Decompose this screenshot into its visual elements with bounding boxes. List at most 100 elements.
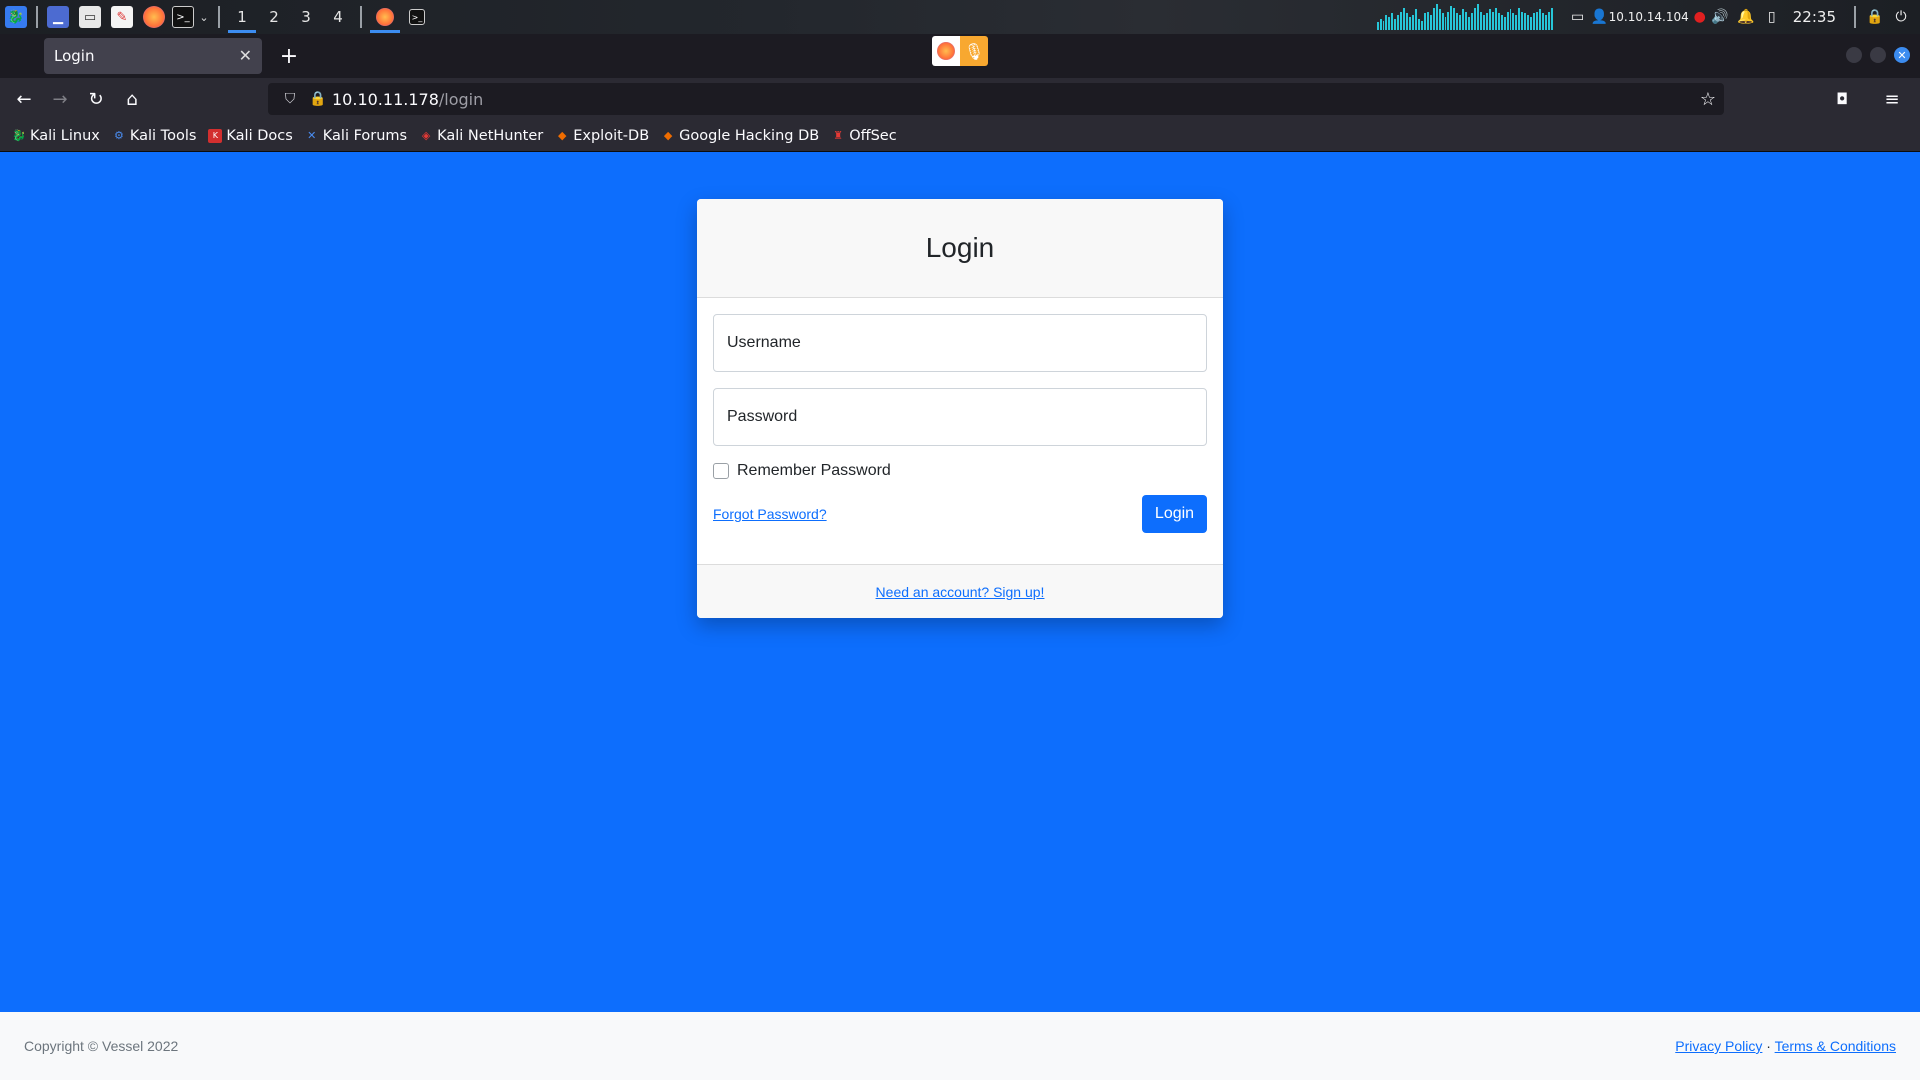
url-bar[interactable]: ⛉ 🔒 10.10.11.178/login ☆ [268, 83, 1724, 115]
net-graph-bar [1412, 15, 1414, 30]
lock-icon[interactable]: 🔒 [304, 91, 332, 107]
show-desktop-button[interactable]: ▁ [42, 0, 74, 34]
net-graph-bar [1550, 7, 1553, 30]
password-placeholder: Password [727, 408, 798, 425]
net-graph-bar [1518, 7, 1521, 30]
maximize-button[interactable] [1870, 47, 1886, 63]
bookmark-kali-nethunter[interactable]: ◈ Kali NetHunter [419, 128, 543, 144]
tracking-shield-icon[interactable]: ⛉ [276, 91, 304, 107]
username-input[interactable]: Username [713, 314, 1207, 372]
remember-password-checkbox[interactable] [713, 463, 729, 479]
login-button[interactable]: Login [1142, 495, 1207, 533]
reload-icon[interactable]: ↻ [78, 81, 114, 117]
launcher-dropdown-chevron-icon[interactable]: ⌄ [196, 0, 212, 34]
taskbar-firefox-window[interactable] [368, 0, 402, 34]
bookmark-kali-linux[interactable]: 🐉 Kali Linux [12, 128, 100, 144]
kali-forums-icon: ✕ [307, 129, 317, 142]
firefox-icon [376, 8, 394, 26]
net-graph-bar [1456, 13, 1459, 30]
bookmark-label: Exploit-DB [573, 127, 650, 144]
login-card: Login Username Password Remember Passwor… [697, 199, 1223, 618]
forgot-password-link[interactable]: Forgot Password? [713, 506, 827, 522]
password-input[interactable]: Password [713, 388, 1207, 446]
net-graph-bar [1420, 20, 1423, 30]
panel-clock[interactable]: 22:35 [1793, 8, 1836, 26]
footer-links: Privacy Policy · Terms & Conditions [1675, 1038, 1896, 1054]
desktop-icon: ▁ [47, 6, 69, 28]
display-icon[interactable]: ▭ [1565, 0, 1591, 34]
lock-screen-icon[interactable]: 🔒 [1862, 0, 1888, 34]
bookmark-label: Kali NetHunter [437, 127, 544, 144]
pocket-icon[interactable]: ◘ [1824, 81, 1860, 117]
bookmark-label: Google Hacking DB [679, 127, 820, 144]
bookmark-exploit-db[interactable]: ◆ Exploit-DB [555, 128, 649, 144]
text-editor-launcher[interactable]: ✎ [106, 0, 138, 34]
terminal-icon: >_ [172, 6, 194, 28]
firefox-launcher[interactable] [138, 0, 170, 34]
workspace-3[interactable]: 3 [290, 0, 322, 34]
workspace-4[interactable]: 4 [322, 0, 354, 34]
net-graph-bar [1391, 13, 1394, 30]
net-graph-bar [1509, 9, 1512, 30]
net-graph-bar [1415, 9, 1417, 30]
bookmark-kali-forums[interactable]: ✕ Kali Forums [305, 128, 407, 144]
panel-separator [36, 6, 38, 28]
workspace-2[interactable]: 2 [258, 0, 290, 34]
net-graph-bar [1438, 9, 1441, 30]
net-graph-bar [1544, 15, 1547, 30]
toolbar-right: ◘ ≡ [1824, 78, 1910, 120]
net-graph-bar [1432, 7, 1435, 30]
sharing-indicator[interactable]: 🎙 [932, 36, 988, 66]
terminal-launcher[interactable]: >_ [170, 0, 196, 34]
firefox-icon [932, 36, 960, 66]
back-arrow-icon[interactable]: ← [6, 81, 42, 117]
url-path: /login [438, 89, 484, 109]
net-graph-bar [1485, 13, 1488, 30]
battery-icon[interactable]: ▯ [1759, 0, 1785, 34]
bookmark-offsec[interactable]: ♜ OffSec [831, 128, 896, 144]
kali-menu-button[interactable]: 🐉 [0, 0, 32, 34]
top-panel: 🐉 ▁ ▭ ✎ >_ ⌄ 1 2 3 4 >_ ▭ 👤 10.10.14.104… [0, 0, 1920, 34]
file-manager-launcher[interactable]: ▭ [74, 0, 106, 34]
net-graph-bar [1515, 15, 1518, 30]
net-graph-bar [1462, 9, 1465, 30]
bookmark-kali-tools[interactable]: ⚙ Kali Tools [112, 128, 196, 144]
bookmark-star-icon[interactable]: ☆ [1700, 89, 1716, 110]
bookmark-google-hacking-db[interactable]: ◆ Google Hacking DB [661, 128, 819, 144]
privacy-policy-link[interactable]: Privacy Policy [1675, 1038, 1762, 1054]
microphone-muted-icon[interactable]: ● [1693, 0, 1707, 34]
hamburger-menu-icon[interactable]: ≡ [1874, 81, 1910, 117]
tab-close-icon[interactable]: ✕ [239, 46, 252, 65]
minimize-button[interactable] [1846, 47, 1862, 63]
login-actions: Forgot Password? Login [713, 494, 1207, 534]
bookmark-label: Kali Docs [226, 127, 293, 144]
net-graph-bar [1497, 13, 1500, 30]
net-graph-bar [1403, 7, 1406, 30]
net-graph-bar [1521, 11, 1524, 30]
logout-power-icon[interactable]: ⏻ [1888, 0, 1914, 34]
new-tab-button[interactable]: + [276, 44, 302, 69]
notification-bell-icon[interactable]: 🔔 [1733, 0, 1759, 34]
volume-icon[interactable]: 🔊 [1707, 0, 1733, 34]
forward-arrow-icon[interactable]: → [42, 81, 78, 117]
terms-conditions-link[interactable]: Terms & Conditions [1775, 1038, 1896, 1054]
signup-link[interactable]: Need an account? Sign up! [876, 584, 1045, 600]
url-host: 10.10.11.178 [332, 89, 439, 109]
tab-login[interactable]: Login ✕ [44, 38, 262, 74]
net-graph-bar [1388, 17, 1391, 30]
taskbar-terminal-window[interactable]: >_ [402, 0, 432, 34]
net-graph-bar [1453, 7, 1456, 30]
text-editor-icon: ✎ [111, 6, 133, 28]
net-graph-bar [1468, 17, 1471, 30]
bookmark-kali-docs[interactable]: K Kali Docs [208, 127, 293, 144]
kali-tools-icon: ⚙ [113, 129, 124, 142]
home-icon[interactable]: ⌂ [114, 81, 150, 117]
login-card-header: Login [697, 199, 1223, 298]
net-graph-bar [1397, 15, 1400, 30]
remember-password-label[interactable]: Remember Password [737, 462, 891, 480]
vpn-ip-address: 10.10.14.104 [1608, 10, 1689, 24]
workspace-1[interactable]: 1 [226, 0, 258, 34]
username-placeholder: Username [727, 334, 801, 351]
net-graph-bar [1382, 20, 1385, 30]
close-window-button[interactable]: ✕ [1894, 47, 1910, 63]
